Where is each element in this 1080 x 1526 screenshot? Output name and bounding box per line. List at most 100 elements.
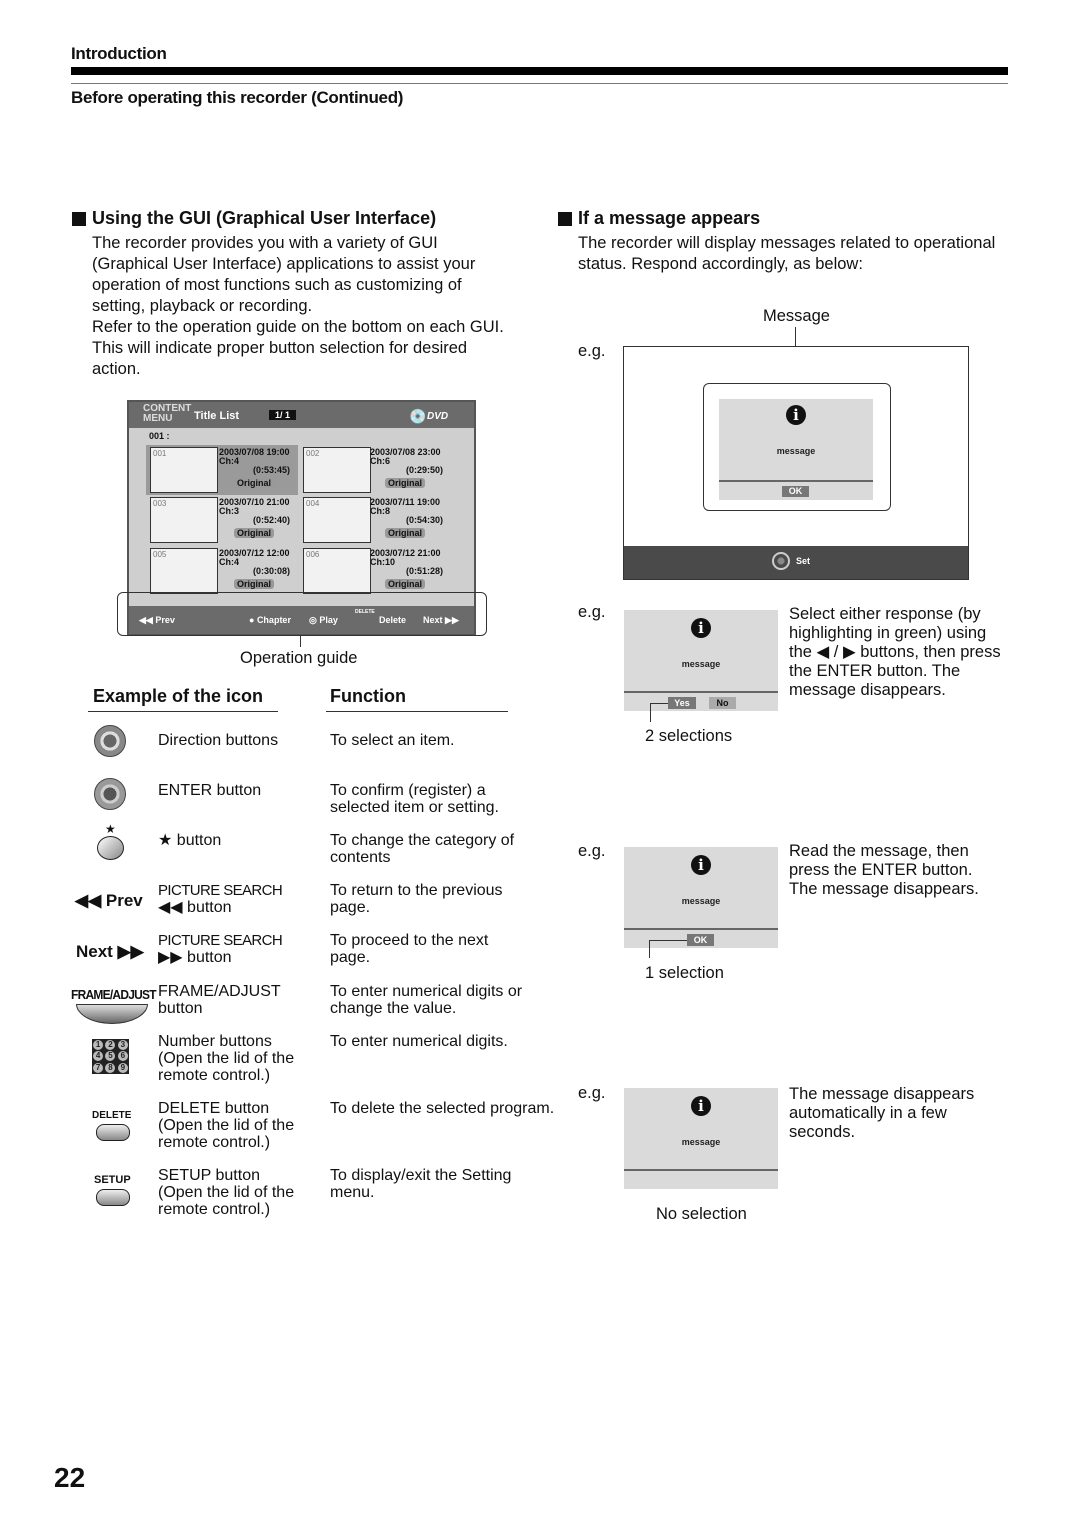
- callout-line: [650, 703, 668, 704]
- icon-name-line1: Number buttons: [158, 1033, 272, 1050]
- digit-key-icon: 4: [93, 1051, 104, 1062]
- dialog-separator: [719, 480, 873, 482]
- gui-paragraph-1: The recorder provides you with a variety…: [92, 234, 476, 315]
- digit-key-icon: 6: [117, 1051, 128, 1062]
- thumbnail-fishing: 004: [303, 497, 371, 543]
- yes-button[interactable]: Yes: [668, 697, 696, 709]
- dialog-separator: [624, 928, 778, 930]
- title-channel: Ch:8: [370, 506, 390, 516]
- digit-key-icon: 7: [93, 1063, 104, 1074]
- screen-guide-bar: Set: [624, 546, 968, 579]
- original-badge: Original: [385, 528, 426, 538]
- disc-type: DVD: [427, 411, 449, 422]
- title-grid: 001 : 001 2003/07/08 19:00 Ch:4 (0:53:45…: [129, 428, 474, 606]
- message-dialog: i message OK: [719, 399, 873, 500]
- ok-button[interactable]: OK: [782, 486, 809, 497]
- icon-function: To confirm (register) a selected item or…: [330, 782, 499, 816]
- setup-key-label: SETUP: [94, 1174, 131, 1186]
- title-duration: (0:53:45): [253, 465, 291, 475]
- callout-line: [649, 940, 650, 958]
- digit-key-icon: 9: [117, 1063, 128, 1074]
- icon-name-line2: (Open the lid of the remote control.): [158, 1184, 295, 1218]
- eg-label: e.g.: [578, 1084, 606, 1102]
- callout-line: [649, 940, 687, 941]
- number-buttons-icon: 123 456 789: [92, 1039, 129, 1074]
- star-button-icon: [97, 836, 124, 860]
- selected-row-label: 001 :: [149, 431, 170, 441]
- title-duration: (0:51:28): [406, 566, 444, 576]
- thumbnail-house: 006: [303, 548, 371, 594]
- title-duration: (0:52:40): [253, 515, 291, 525]
- header-rule-thin: [71, 83, 1008, 84]
- example-description: Read the message, then press the ENTER b…: [789, 842, 979, 898]
- delete-button-icon: [96, 1124, 130, 1141]
- message-text: message: [681, 896, 721, 906]
- eg-label: e.g.: [578, 342, 606, 360]
- frame-adjust-icon-label: FRAME/ADJUST: [71, 987, 157, 1002]
- icon-name-line1: PICTURE SEARCH: [158, 882, 283, 899]
- icon-function: To display/exit the Setting menu.: [330, 1167, 512, 1201]
- original-badge: Original: [234, 579, 275, 589]
- icon-name-line1: SETUP button: [158, 1167, 260, 1184]
- digit-key-icon: 2: [105, 1039, 116, 1050]
- info-icon: i: [691, 1096, 711, 1116]
- header-rule-thick: [71, 67, 1008, 75]
- title-duration: (0:54:30): [406, 515, 444, 525]
- gui-section-title: Using the GUI (Graphical User Interface): [72, 208, 436, 229]
- page-number: 22: [54, 1462, 86, 1493]
- title-channel: Ch:10: [370, 557, 396, 567]
- icon-name-line2: button: [158, 1000, 203, 1017]
- title-channel: Ch:6: [370, 456, 390, 466]
- page-indicator: 1/ 1: [269, 410, 297, 420]
- direction-buttons-icon: [94, 725, 126, 757]
- message-callout-label: Message: [763, 307, 830, 325]
- icon-name-line2: ◀◀ button: [158, 899, 232, 916]
- icon-function: To enter numerical digits or change the …: [330, 983, 523, 1017]
- prev-icon-label: ◀◀ Prev: [75, 891, 143, 910]
- info-icon: i: [691, 855, 711, 875]
- title-duration: (0:30:08): [253, 566, 291, 576]
- original-badge: Original: [234, 478, 275, 488]
- message-section-title: If a message appears: [558, 208, 760, 229]
- message-section-title-text: If a message appears: [578, 208, 761, 228]
- digit-key-icon: 3: [117, 1039, 128, 1050]
- icon-function: To return to the previous page.: [330, 882, 503, 916]
- icon-function: To delete the selected program.: [330, 1100, 555, 1117]
- title-channel: Ch:4: [219, 557, 239, 567]
- enter-dpad-icon: [772, 552, 790, 570]
- icon-name-line1: PICTURE SEARCH: [158, 932, 283, 949]
- ok-button[interactable]: OK: [687, 934, 714, 946]
- icon-name-line1: DELETE button: [158, 1100, 270, 1117]
- no-button[interactable]: No: [709, 697, 736, 709]
- original-badge: Original: [385, 478, 426, 488]
- icon-function: To select an item.: [330, 732, 455, 749]
- table-header-underline: [88, 711, 278, 712]
- callout-line: [300, 635, 301, 647]
- selection-caption: No selection: [656, 1205, 747, 1223]
- info-icon: i: [786, 405, 806, 425]
- square-bullet-icon: [72, 211, 86, 226]
- operation-guide-callout-box: [117, 592, 487, 636]
- title-channel: Ch:4: [219, 456, 239, 466]
- icon-name-line2: (Open the lid of the remote control.): [158, 1117, 295, 1151]
- dialog-separator: [624, 1169, 778, 1171]
- table-header-function: Function: [330, 686, 406, 706]
- digit-key-icon: 1: [93, 1039, 104, 1050]
- delete-key-label: DELETE: [92, 1110, 132, 1121]
- message-text: message: [776, 446, 816, 456]
- message-text: message: [681, 659, 721, 669]
- message-dialog-no-selection: i message: [624, 1088, 778, 1189]
- icon-name: ENTER button: [158, 782, 262, 799]
- message-dialog-ok: i message OK: [624, 847, 778, 948]
- setup-button-icon: [96, 1189, 130, 1206]
- thumbnail-sunflower: 001: [150, 447, 218, 493]
- operation-guide-caption: Operation guide: [240, 649, 358, 667]
- callout-line: [650, 703, 651, 722]
- tv-screen-frame: i message OK Set: [623, 346, 969, 580]
- table-header-underline: [326, 711, 508, 712]
- eg-label: e.g.: [578, 603, 606, 621]
- icon-name-line2: ▶▶ button: [158, 949, 232, 966]
- icon-function: To proceed to the next page.: [330, 932, 489, 966]
- original-badge: Original: [234, 528, 275, 538]
- next-icon-label: Next ▶▶: [76, 942, 144, 961]
